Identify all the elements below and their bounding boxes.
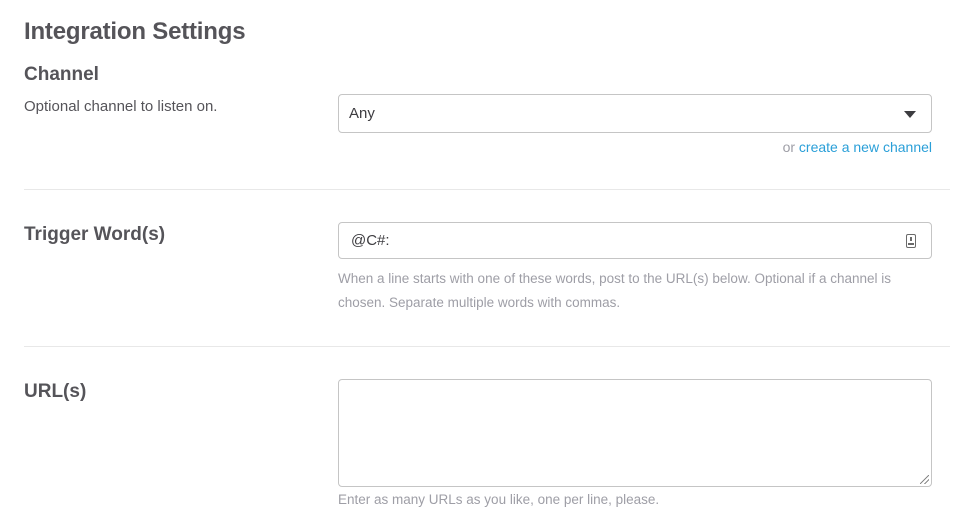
channel-select-value: Any [349, 105, 375, 122]
create-channel-line: or create a new channel [783, 139, 932, 155]
channel-description: Optional channel to listen on. [24, 98, 218, 115]
page-title: Integration Settings [24, 18, 246, 45]
trigger-label: Trigger Word(s) [24, 224, 166, 245]
keyboard-icon[interactable] [906, 234, 916, 248]
channel-select[interactable]: Any [338, 94, 932, 133]
urls-field [338, 379, 932, 487]
section-divider [24, 189, 950, 190]
urls-help-text: Enter as many URLs as you like, one per … [338, 492, 660, 507]
trigger-help-text: When a line starts with one of these wor… [338, 271, 892, 310]
channel-label: Channel [24, 64, 99, 85]
create-channel-link[interactable]: create a new channel [799, 139, 932, 155]
section-divider [24, 346, 950, 347]
resize-handle-icon[interactable] [920, 475, 929, 484]
trigger-words-input[interactable] [339, 223, 931, 258]
urls-label: URL(s) [24, 381, 87, 402]
create-channel-prefix: or [782, 139, 796, 155]
urls-textarea[interactable] [339, 380, 931, 486]
integration-settings-page: Integration Settings Channel Optional ch… [0, 0, 972, 528]
trigger-field [338, 222, 932, 259]
caret-down-icon [904, 111, 916, 118]
